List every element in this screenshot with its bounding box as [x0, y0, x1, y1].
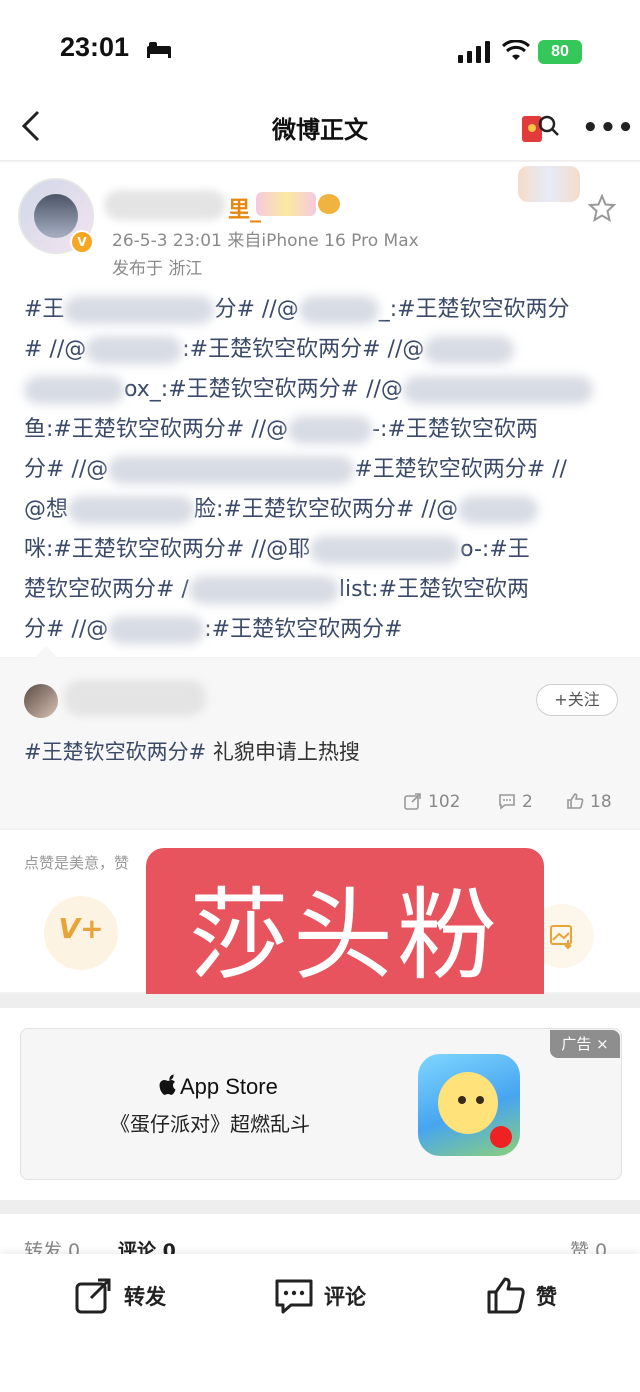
- post-timestamp: 26-5-3 23:01: [112, 231, 222, 251]
- thumb-up-icon: [487, 1277, 525, 1314]
- blurred-mention: [108, 616, 205, 644]
- cellular-signal-icon: [458, 41, 490, 63]
- repost-message: 礼貌申请上热搜: [212, 740, 360, 764]
- repost-button[interactable]: 转发: [74, 1276, 166, 1316]
- more-options-icon[interactable]: •••: [582, 113, 634, 143]
- repost-username-blurred[interactable]: [64, 680, 206, 716]
- blurred-mention: [188, 576, 339, 604]
- blurred-mention: [458, 496, 539, 524]
- ad-card[interactable]: [20, 1028, 622, 1180]
- like-button[interactable]: 赞: [486, 1276, 557, 1316]
- blurred-mention: [310, 536, 461, 564]
- divider: [0, 1200, 640, 1214]
- bottom-action-bar: [0, 1254, 640, 1392]
- battery-indicator: 80: [538, 40, 582, 64]
- post-line: 鱼:#王楚钦空砍两分# //@ -:#王楚钦空砍两: [24, 416, 538, 444]
- share-icon: [404, 793, 421, 810]
- repost-pointer: [34, 646, 58, 658]
- blurred-mention: [424, 336, 515, 364]
- username-blurred[interactable]: [104, 190, 226, 220]
- blurred-mention: [288, 416, 373, 444]
- repost-icon: [75, 1278, 111, 1314]
- blurred-mention: [24, 376, 124, 404]
- apple-logo-icon: [159, 1074, 176, 1095]
- hashtag-link[interactable]: #王楚钦空砍两分#: [24, 740, 206, 764]
- post-source: 来自iPhone 16 Pro Max: [227, 231, 419, 251]
- post-line: ox_:#王楚钦空砍两分# //@: [24, 370, 620, 410]
- post-line: # //@:#王楚钦空砍两分# //@: [24, 330, 620, 370]
- card-decoration-icon: [518, 166, 580, 202]
- post-location: 发布于 浙江: [112, 259, 203, 279]
- post-line: @想 脸:#王楚钦空砍两分# //@: [24, 490, 620, 530]
- wifi-icon: [502, 40, 530, 60]
- bed-icon: [147, 42, 171, 58]
- blurred-mention: [86, 336, 183, 364]
- comment-count[interactable]: 2: [498, 792, 533, 812]
- post-line: 分# //@ #王楚钦空砍两分# //: [24, 456, 567, 484]
- post-meta: 26-5-3 23:01 来自iPhone 16 Pro Max: [112, 226, 419, 251]
- blurred-mention: [108, 456, 355, 484]
- comment-icon: [499, 794, 515, 810]
- red-packet-search-icon[interactable]: [520, 110, 560, 146]
- post-body: #王 分# //@ _:#王楚钦空砍两分 # //@:#王楚钦空砍两分# //@ o…: [24, 290, 620, 650]
- fish-badge-icon: [318, 194, 340, 214]
- like-count[interactable]: 18: [566, 792, 612, 812]
- verified-badge-icon: V: [70, 230, 94, 254]
- post-line: 楚钦空砍两分# / list:#王楚钦空砍两: [24, 576, 530, 604]
- ad-close-tag[interactable]: 广告 ×: [550, 1030, 620, 1058]
- follow-button[interactable]: +关注: [536, 684, 618, 716]
- post-line: 分# //@:#王楚钦空砍两分#: [24, 616, 403, 644]
- blurred-mention: [68, 496, 195, 524]
- app-store-label: App Store: [158, 1074, 278, 1100]
- status-time: 23:01: [60, 32, 130, 62]
- like-hint-text: 点赞是美意，赞: [24, 854, 130, 872]
- blurred-mention: [402, 376, 593, 404]
- repost-avatar[interactable]: [24, 684, 58, 718]
- blurred-mention: [298, 296, 379, 324]
- blurred-mention: [64, 296, 215, 324]
- username-badge-icon: [256, 192, 316, 216]
- ad-headline: 《蛋仔派对》超燃乱斗: [110, 1112, 310, 1136]
- v-plus-icon[interactable]: V+: [44, 896, 118, 970]
- comment-button[interactable]: 评论: [274, 1276, 366, 1316]
- thumb-up-icon: [567, 793, 584, 809]
- repost-text: #王楚钦空砍两分# 礼貌申请上热搜: [24, 736, 360, 766]
- favorite-star-icon[interactable]: [588, 194, 616, 222]
- share-count[interactable]: 102: [404, 792, 460, 812]
- divider: [0, 994, 640, 1008]
- game-app-icon[interactable]: [418, 1054, 520, 1156]
- post-line: #王 分# //@ _:#王楚钦空砍两分: [24, 296, 570, 324]
- post-line: 咪:#王楚钦空砍两分# //@耶 o-:#王: [24, 536, 530, 564]
- comment-bubble-icon: [275, 1279, 313, 1314]
